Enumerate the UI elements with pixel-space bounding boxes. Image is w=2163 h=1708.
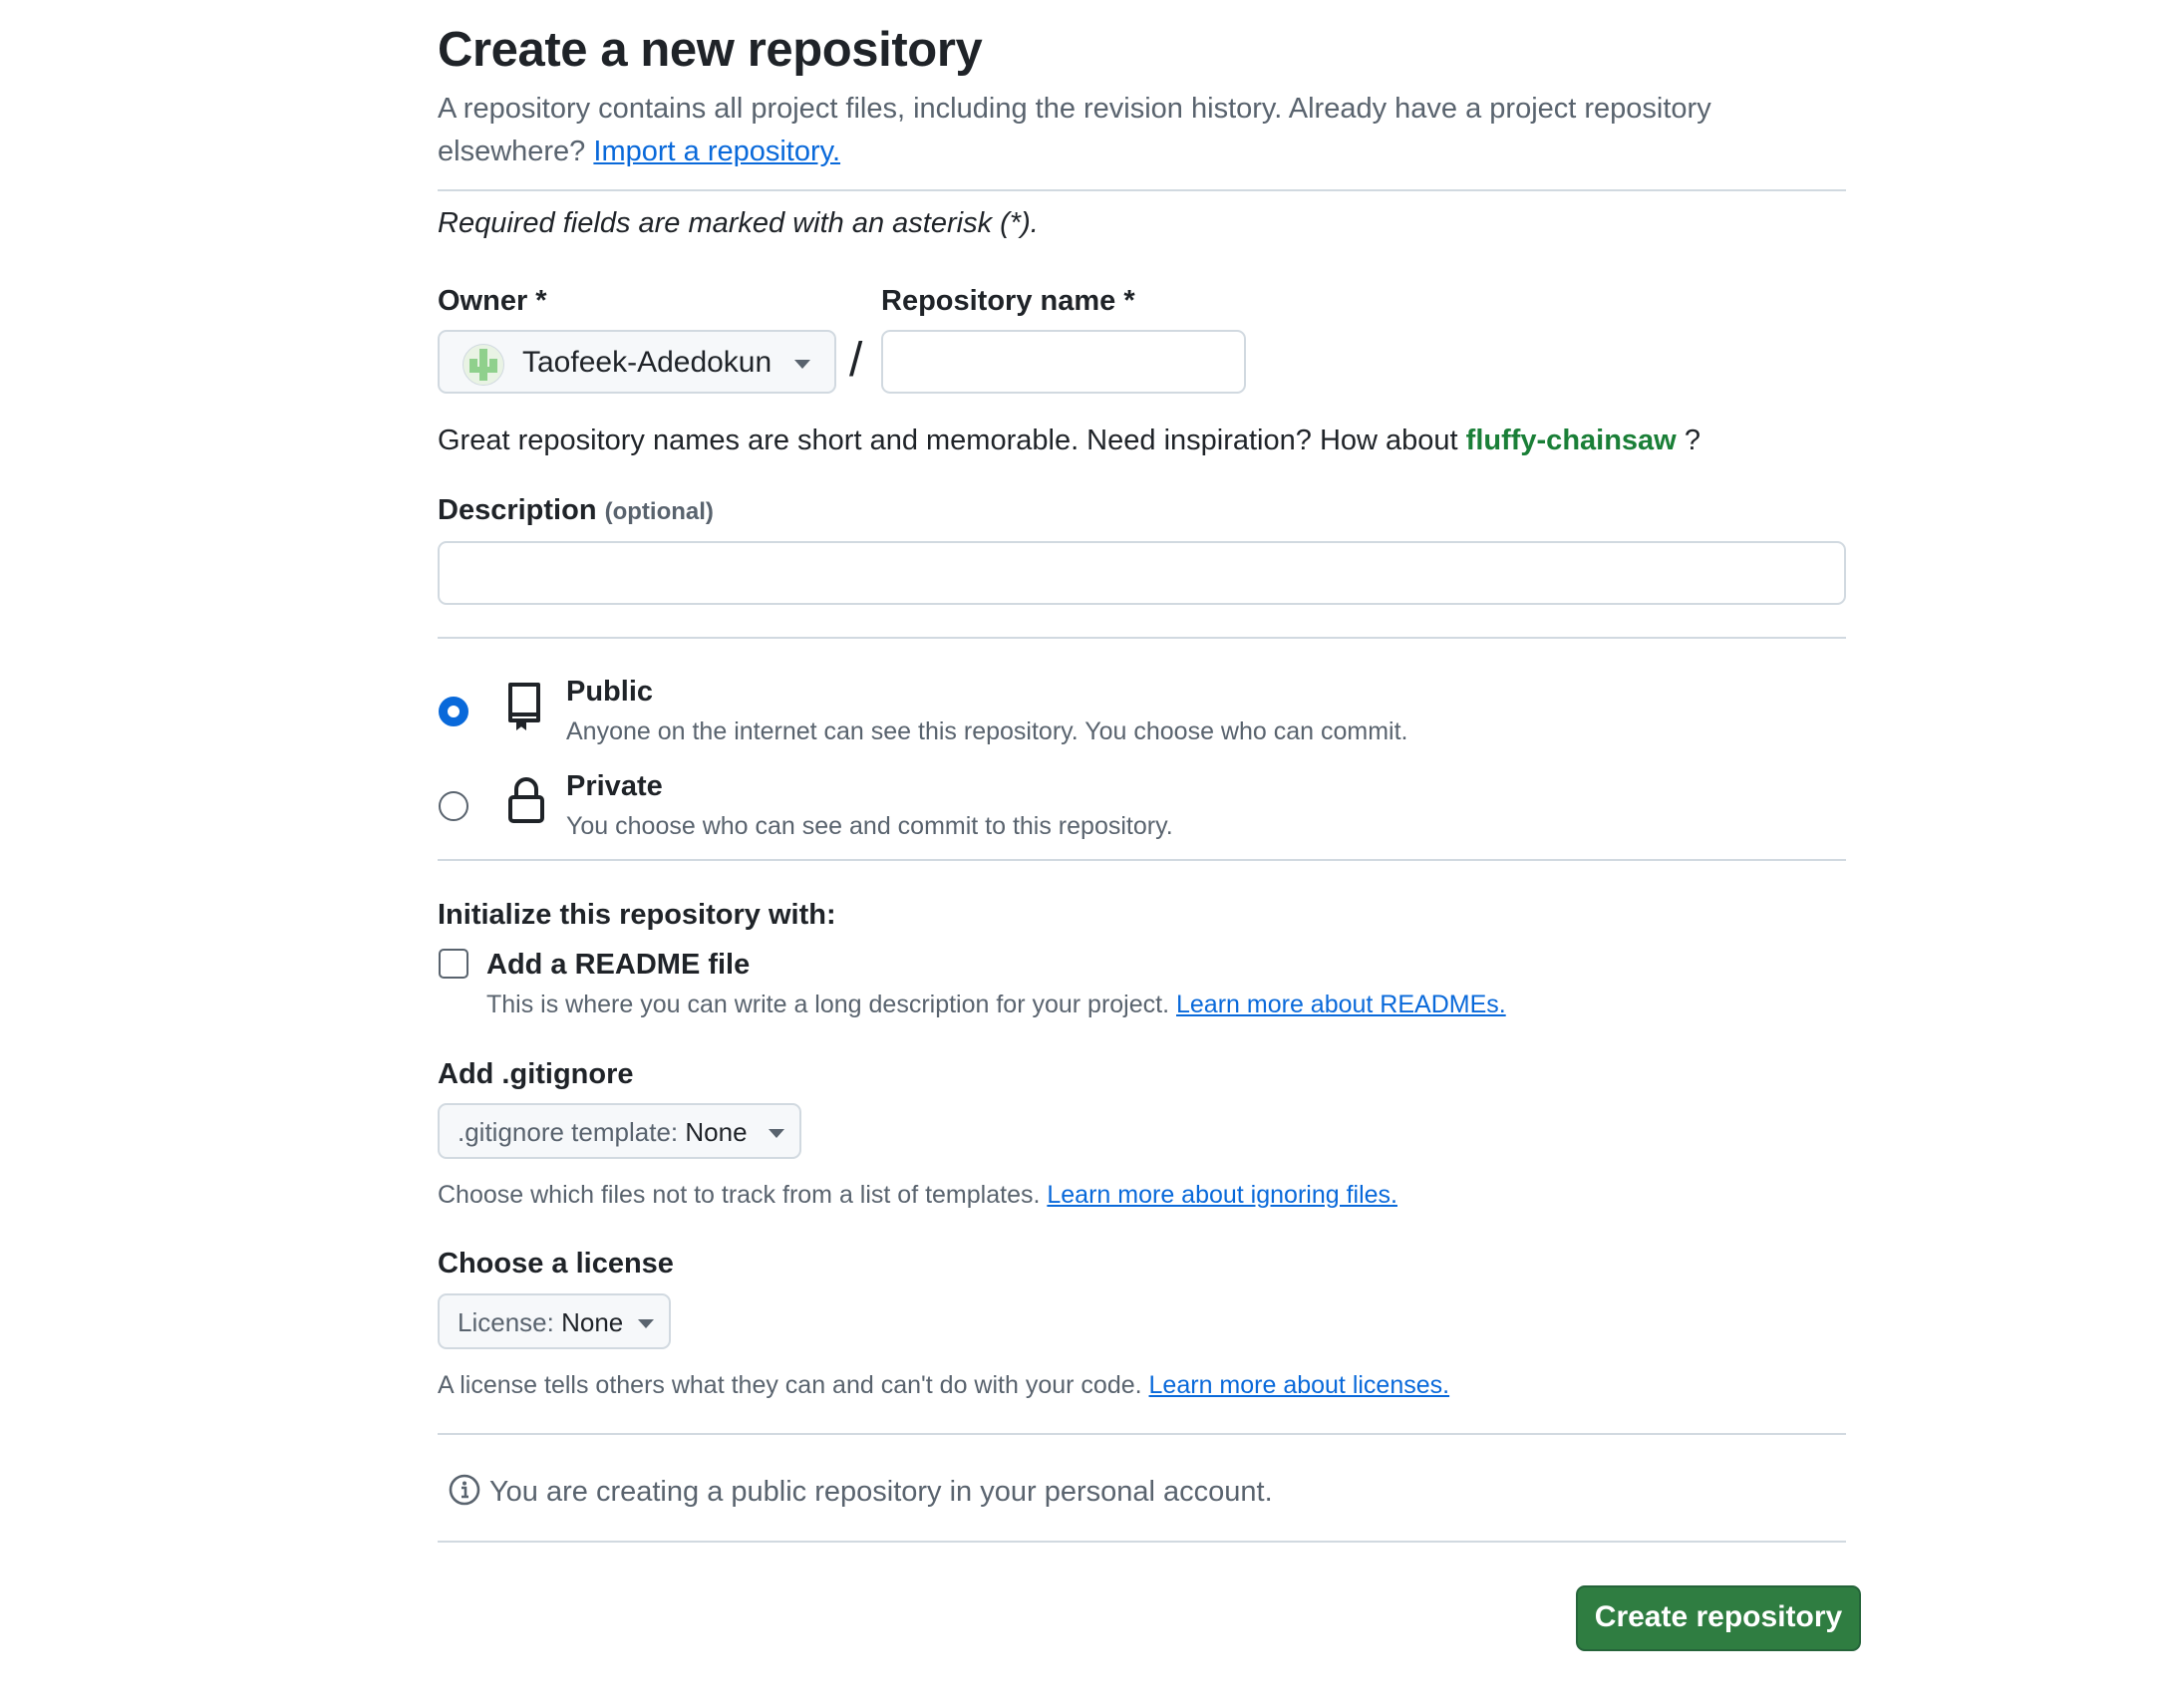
gitignore-description: Choose which files not to track from a l…	[438, 1181, 1397, 1210]
notice-text: You are creating a public repository in …	[489, 1476, 1273, 1508]
private-description: You choose who can see and commit to thi…	[566, 812, 1173, 840]
divider	[438, 1541, 1846, 1543]
divider	[438, 1433, 1846, 1435]
initialize-heading: Initialize this repository with:	[438, 899, 836, 931]
page-subtitle: A repository contains all project files,…	[438, 88, 1853, 173]
license-learn-more-link[interactable]: Learn more about licenses.	[1149, 1371, 1450, 1399]
license-select-value: None	[561, 1307, 624, 1337]
gitignore-template-dropdown[interactable]: .gitignore template: None	[438, 1103, 801, 1159]
readme-desc-text: This is where you can write a long descr…	[486, 991, 1170, 1018]
owner-label: Owner *	[438, 285, 547, 317]
import-repository-link[interactable]: Import a repository.	[593, 136, 840, 167]
readme-checkbox[interactable]	[439, 949, 468, 979]
gitignore-desc-text: Choose which files not to track from a l…	[438, 1181, 1041, 1209]
divider	[438, 859, 1846, 861]
repo-icon	[504, 681, 544, 737]
chevron-down-icon	[794, 360, 810, 369]
name-suggestion[interactable]: fluffy-chainsaw	[1466, 425, 1677, 456]
gitignore-heading: Add .gitignore	[438, 1058, 634, 1090]
private-title: Private	[566, 770, 663, 802]
name-hint-suffix: ?	[1684, 425, 1700, 456]
repository-name-input[interactable]	[881, 330, 1246, 394]
public-title: Public	[566, 676, 654, 708]
license-heading: Choose a license	[438, 1248, 674, 1280]
optional-tag: (optional)	[604, 498, 714, 525]
gitignore-select-text: .gitignore template: None	[458, 1117, 748, 1148]
radio-public[interactable]	[439, 697, 468, 726]
page-title: Create a new repository	[438, 23, 983, 77]
license-dropdown[interactable]: License: None	[438, 1293, 671, 1349]
name-hint-text: Great repository names are short and mem…	[438, 425, 1458, 456]
gitignore-select-value: None	[685, 1117, 748, 1147]
owner-repo-separator: /	[849, 334, 863, 387]
gitignore-learn-more-link[interactable]: Learn more about ignoring files.	[1047, 1181, 1397, 1209]
description-input[interactable]	[438, 541, 1846, 605]
owner-dropdown[interactable]: Taofeek-Adedokun	[438, 330, 836, 394]
divider	[438, 637, 1846, 639]
description-label-text: Description	[438, 494, 597, 526]
readme-learn-more-link[interactable]: Learn more about READMEs.	[1176, 991, 1506, 1018]
divider	[438, 189, 1846, 191]
readme-label[interactable]: Add a README file	[486, 949, 750, 982]
public-description: Anyone on the internet can see this repo…	[566, 717, 1408, 745]
license-desc-text: A license tells others what they can and…	[438, 1371, 1142, 1399]
lock-icon	[506, 775, 546, 830]
readme-description: This is where you can write a long descr…	[486, 991, 1506, 1019]
license-select-text: License: None	[458, 1307, 623, 1338]
chevron-down-icon	[769, 1129, 784, 1138]
owner-name: Taofeek-Adedokun	[522, 346, 772, 379]
info-icon	[448, 1473, 481, 1515]
radio-private[interactable]	[439, 791, 468, 821]
avatar	[463, 344, 504, 386]
license-description: A license tells others what they can and…	[438, 1371, 1449, 1400]
license-select-key: License:	[458, 1307, 554, 1337]
required-fields-note: Required fields are marked with an aster…	[438, 207, 1039, 239]
name-hint: Great repository names are short and mem…	[438, 425, 1700, 457]
repository-name-label: Repository name *	[881, 285, 1135, 317]
account-notice: You are creating a public repository in …	[448, 1473, 1273, 1515]
description-label: Description (optional)	[438, 494, 714, 527]
chevron-down-icon	[638, 1319, 654, 1328]
create-repository-button[interactable]: Create repository	[1576, 1585, 1861, 1651]
gitignore-select-key: .gitignore template:	[458, 1117, 679, 1147]
